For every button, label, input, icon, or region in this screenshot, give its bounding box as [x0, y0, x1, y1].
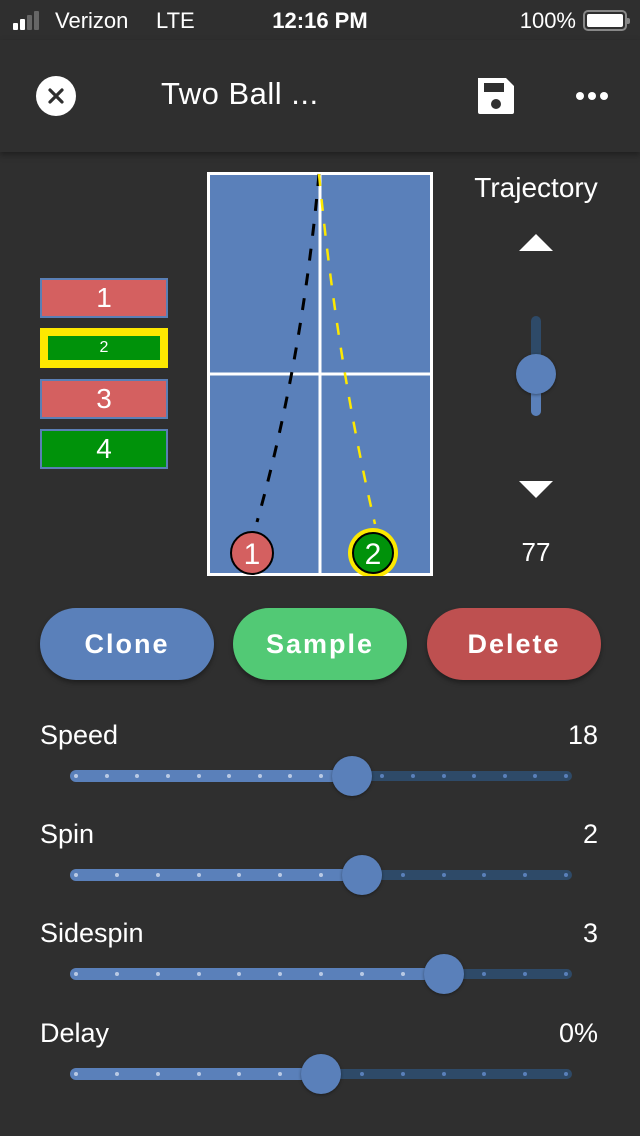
slider-tick: [74, 873, 78, 877]
sidespin-slider-row: Sidespin 3: [0, 918, 640, 1008]
speed-slider[interactable]: [70, 756, 572, 796]
close-icon: [48, 88, 64, 104]
slider-thumb[interactable]: [331, 756, 372, 796]
triangle-up-icon[interactable]: [519, 234, 553, 251]
speed-value: 18: [567, 720, 598, 750]
slider-tick: [441, 774, 446, 778]
ball-2[interactable]: 2: [348, 528, 398, 576]
sidespin-slider[interactable]: [70, 954, 572, 994]
spin-label: Spin: [40, 819, 95, 849]
slider-tick: [155, 972, 160, 976]
slider-thumb[interactable]: [301, 1054, 341, 1094]
spin-slider-row: Spin 2: [0, 819, 640, 909]
slider-tick: [74, 972, 78, 976]
slider-tick: [359, 1072, 364, 1076]
status-bar: Verizon LTE 12:16 PM 100%: [0, 0, 640, 40]
spin-value: 2: [582, 819, 598, 849]
slider-tick: [196, 873, 201, 877]
slider-tick: [400, 1072, 405, 1076]
table-diagram[interactable]: 1 2: [207, 172, 433, 576]
delay-value: 0%: [558, 1018, 598, 1048]
triangle-down-icon[interactable]: [519, 481, 553, 498]
slider-tick: [196, 774, 201, 778]
delay-slider[interactable]: [70, 1054, 572, 1094]
close-button[interactable]: [36, 76, 76, 116]
slider-tick: [155, 873, 160, 877]
battery-icon: [583, 10, 630, 31]
slider-tick: [114, 1072, 119, 1076]
trajectory-slider[interactable]: [514, 316, 558, 416]
spin-slider[interactable]: [70, 855, 572, 895]
delay-slider-row: Delay 0%: [0, 1018, 640, 1108]
slider-tick: [196, 1072, 201, 1076]
slider-thumb[interactable]: [423, 954, 464, 994]
slider-tick: [155, 1072, 160, 1076]
drill-title: Two Ball ...: [161, 76, 319, 111]
dot-icon: [576, 92, 584, 100]
shot-label: 2: [99, 339, 109, 356]
sample-button[interactable]: Sample: [233, 608, 407, 680]
shot-label: 3: [96, 383, 112, 414]
slider-tick: [564, 873, 568, 877]
sidespin-label: Sidespin: [40, 918, 144, 948]
ball-2-label: 2: [365, 538, 382, 571]
slider-tick: [359, 972, 364, 976]
shot-label: 4: [96, 433, 112, 464]
slider-tick: [114, 972, 119, 976]
shot-label: 1: [96, 282, 112, 313]
slider-fill: [70, 1068, 321, 1080]
slider-tick: [400, 972, 405, 976]
trajectory-thumb[interactable]: [516, 354, 556, 394]
ball-1-label: 1: [244, 538, 261, 571]
slider-tick: [165, 774, 170, 778]
slider-thumb[interactable]: [341, 855, 382, 895]
floppy-disk-icon: [478, 78, 514, 114]
slider-tick: [410, 774, 415, 778]
save-button[interactable]: [476, 76, 516, 116]
slider-tick: [564, 1072, 568, 1076]
slider-tick: [319, 774, 323, 778]
shot-item-4[interactable]: 4: [40, 429, 168, 469]
slider-tick: [74, 774, 78, 778]
trajectory-label: Trajectory: [474, 172, 598, 203]
slider-tick: [502, 774, 507, 778]
delete-button[interactable]: Delete: [427, 608, 601, 680]
slider-tick: [196, 972, 201, 976]
slider-fill: [70, 770, 352, 782]
speed-slider-row: Speed 18: [0, 720, 640, 810]
shot-item-1[interactable]: 1: [40, 278, 168, 318]
slider-tick: [400, 873, 405, 877]
battery-percent: 100%: [519, 8, 576, 33]
speed-label: Speed: [40, 720, 119, 750]
dot-icon: [588, 92, 596, 100]
delay-label: Delay: [40, 1018, 110, 1048]
shot-item-3[interactable]: 3: [40, 379, 168, 419]
slider-tick: [74, 1072, 78, 1076]
sidespin-value: 3: [582, 918, 598, 948]
slider-fill: [70, 968, 444, 980]
toolbar: Two Ball ...: [0, 40, 640, 152]
dot-icon: [600, 92, 608, 100]
slider-tick: [441, 1072, 446, 1076]
slider-tick: [257, 774, 262, 778]
clone-button[interactable]: Clone: [40, 608, 214, 680]
slider-tick: [104, 774, 109, 778]
slider-tick: [114, 873, 119, 877]
shot-item-2[interactable]: 2: [40, 328, 168, 368]
slider-tick: [564, 774, 568, 778]
ball-1[interactable]: 1: [230, 531, 274, 575]
slider-tick: [441, 873, 446, 877]
slider-tick: [564, 972, 568, 976]
more-options-button[interactable]: [570, 80, 614, 112]
trajectory-value: 77: [521, 537, 551, 567]
slider-tick: [319, 972, 323, 976]
slider-tick: [319, 873, 323, 877]
